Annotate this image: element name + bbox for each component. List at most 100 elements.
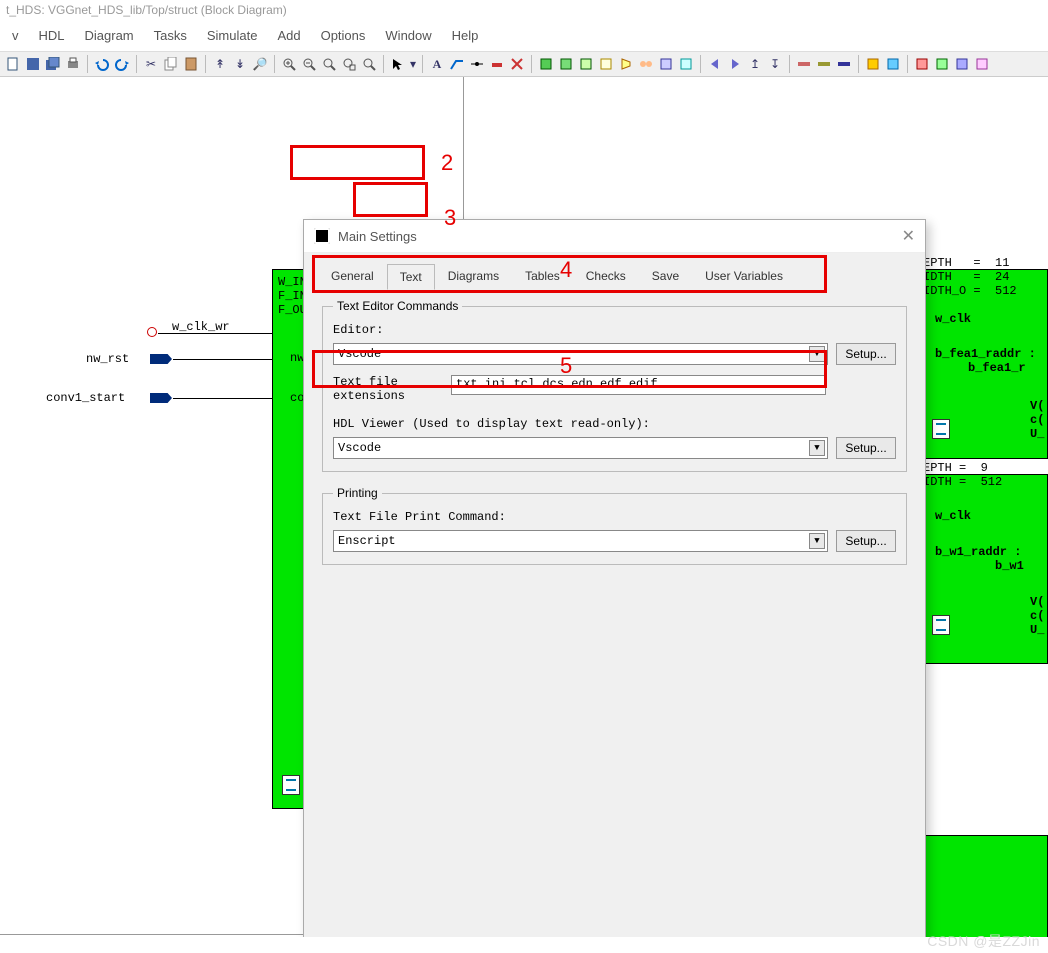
component-icon[interactable] xyxy=(577,55,595,73)
pointer-icon[interactable] xyxy=(389,55,407,73)
r1-wclk: w_clk xyxy=(935,312,971,326)
dialog-titlebar[interactable]: Main Settings ✕ xyxy=(304,220,925,253)
tab-save[interactable]: Save xyxy=(639,263,692,289)
down2-icon[interactable]: ↧ xyxy=(766,55,784,73)
hdlviewer-combo[interactable]: Vscode ▼ xyxy=(333,437,828,459)
menu-hdl[interactable]: HDL xyxy=(29,24,75,47)
menu-simulate[interactable]: Simulate xyxy=(197,24,268,47)
find-icon[interactable]: 🔎 xyxy=(251,55,269,73)
doc-icon[interactable] xyxy=(282,775,300,795)
printcmd-setup-button[interactable]: Setup... xyxy=(836,530,896,552)
menu-help[interactable]: Help xyxy=(442,24,489,47)
left-icon[interactable] xyxy=(706,55,724,73)
misc7-icon[interactable] xyxy=(864,55,882,73)
misc6-icon[interactable] xyxy=(835,55,853,73)
tab-checks[interactable]: Checks xyxy=(573,263,639,289)
menu-window[interactable]: Window xyxy=(375,24,441,47)
tab-uservars[interactable]: User Variables xyxy=(692,263,796,289)
window-title: t_HDS: VGGnet_HDS_lib/Top/struct (Block … xyxy=(0,0,1048,20)
misc2-icon[interactable] xyxy=(657,55,675,73)
saveall-icon[interactable] xyxy=(44,55,62,73)
zoom-all-icon[interactable] xyxy=(360,55,378,73)
dropdown-icon[interactable]: ▾ xyxy=(409,55,417,73)
chevron-down-icon[interactable]: ▼ xyxy=(809,440,825,456)
group-text-editor: Text Editor Commands Editor: Vscode ▼ Se… xyxy=(322,299,907,472)
hdlviewer-setup-button[interactable]: Setup... xyxy=(836,437,896,459)
block-right-2[interactable] xyxy=(917,474,1048,664)
misc10-icon[interactable] xyxy=(933,55,951,73)
copy-icon[interactable] xyxy=(162,55,180,73)
dialog-body: Text Editor Commands Editor: Vscode ▼ Se… xyxy=(314,289,915,927)
editor-label: Editor: xyxy=(333,323,896,337)
editor-setup-button[interactable]: Setup... xyxy=(836,343,896,365)
r1-v: V( xyxy=(1030,399,1044,413)
tool-red-icon[interactable] xyxy=(488,55,506,73)
misc3-icon[interactable] xyxy=(677,55,695,73)
editor-combo-value: Vscode xyxy=(338,347,381,361)
block2-icon[interactable] xyxy=(557,55,575,73)
close-icon[interactable]: ✕ xyxy=(902,226,915,246)
zoom-fit-icon[interactable] xyxy=(320,55,338,73)
annot-box-2 xyxy=(290,145,425,180)
mux-icon[interactable] xyxy=(617,55,635,73)
menu-diagram[interactable]: Diagram xyxy=(75,24,144,47)
menu-tasks[interactable]: Tasks xyxy=(144,24,197,47)
r1-depth: EPTH = 11 xyxy=(923,256,1009,270)
diagram-canvas[interactable]: W_IN F_IN F_OU nw co w_clk_wr nw_rst con… xyxy=(0,77,1048,937)
misc12-icon[interactable] xyxy=(973,55,991,73)
misc9-icon[interactable] xyxy=(913,55,931,73)
undo-icon[interactable] xyxy=(93,55,111,73)
save-icon[interactable] xyxy=(24,55,42,73)
editor-combo[interactable]: Vscode ▼ xyxy=(333,343,828,365)
doc-icon-r1[interactable] xyxy=(932,419,950,439)
port-circle-icon xyxy=(147,327,157,337)
down-icon[interactable]: ↡ xyxy=(231,55,249,73)
new-icon[interactable] xyxy=(4,55,22,73)
print-icon[interactable] xyxy=(64,55,82,73)
dialog-icon xyxy=(314,228,330,244)
chevron-down-icon[interactable]: ▼ xyxy=(809,533,825,549)
annot-5: 5 xyxy=(560,353,572,379)
paste-icon[interactable] xyxy=(182,55,200,73)
block-icon[interactable] xyxy=(537,55,555,73)
textfileext-input[interactable]: txt ini tcl dcs edn edf edif xyxy=(451,375,826,395)
menu-add[interactable]: Add xyxy=(267,24,310,47)
zoom-out-icon[interactable] xyxy=(300,55,318,73)
r2-width: IDTH = 512 xyxy=(923,475,1002,489)
chevron-down-icon[interactable]: ▼ xyxy=(809,346,825,362)
tab-text[interactable]: Text xyxy=(387,264,435,290)
fsm-icon[interactable] xyxy=(637,55,655,73)
text-icon[interactable]: A xyxy=(428,55,446,73)
menu-bar: v HDL Diagram Tasks Simulate Add Options… xyxy=(0,20,1048,51)
label-wclkwr: w_clk_wr xyxy=(172,320,230,334)
r1-l2: b_fea1_r xyxy=(968,361,1026,375)
misc4-icon[interactable] xyxy=(795,55,813,73)
main-settings-dialog: Main Settings ✕ General Text Diagrams Ta… xyxy=(303,219,926,937)
zoom-sel-icon[interactable] xyxy=(340,55,358,73)
misc11-icon[interactable] xyxy=(953,55,971,73)
r2-wclk: w_clk xyxy=(935,509,971,523)
misc5-icon[interactable] xyxy=(815,55,833,73)
textfileext-label: Text file extensions xyxy=(333,375,443,403)
cut-icon[interactable]: ✂ xyxy=(142,55,160,73)
misc1-icon[interactable] xyxy=(597,55,615,73)
up-icon[interactable]: ↟ xyxy=(211,55,229,73)
misc8-icon[interactable] xyxy=(884,55,902,73)
right-icon[interactable] xyxy=(726,55,744,73)
doc-icon-r2[interactable] xyxy=(932,615,950,635)
menu-options[interactable]: Options xyxy=(311,24,376,47)
block-right-3[interactable] xyxy=(917,835,1048,937)
menu-v[interactable]: v xyxy=(2,24,29,47)
tab-diagrams[interactable]: Diagrams xyxy=(435,263,512,289)
zoom-in-icon[interactable] xyxy=(280,55,298,73)
redo-icon[interactable] xyxy=(113,55,131,73)
printcmd-combo[interactable]: Enscript ▼ xyxy=(333,530,828,552)
up2-icon[interactable]: ↥ xyxy=(746,55,764,73)
label-conv1start: conv1_start xyxy=(46,391,125,405)
tab-general[interactable]: General xyxy=(318,263,387,289)
annot-2: 2 xyxy=(441,150,453,176)
wire-icon[interactable] xyxy=(448,55,466,73)
connect-icon[interactable] xyxy=(468,55,486,73)
tool-cut-icon[interactable] xyxy=(508,55,526,73)
wire2 xyxy=(173,359,272,360)
